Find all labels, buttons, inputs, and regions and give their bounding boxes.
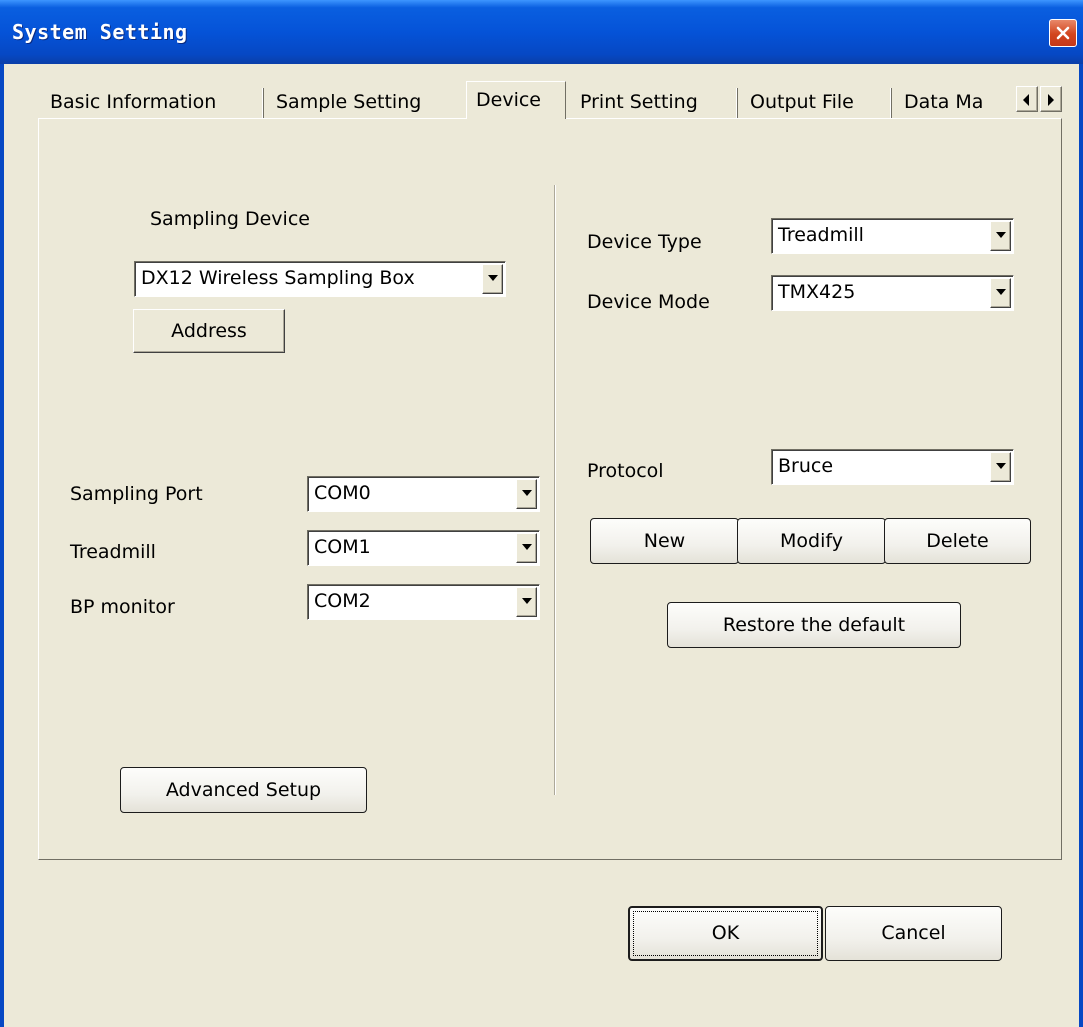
- device-type-label: Device Type: [587, 231, 702, 253]
- tab-basic-information[interactable]: Basic Information: [38, 87, 262, 118]
- window-frame-right: [1079, 64, 1083, 1027]
- new-button-label: New: [643, 530, 686, 552]
- tab-scroll-right-button[interactable]: [1040, 86, 1062, 112]
- protocol-dropdown-button[interactable]: [990, 452, 1011, 482]
- sampling-port-label: Sampling Port: [70, 483, 203, 505]
- device-type-dropdown-button[interactable]: [990, 221, 1011, 251]
- modify-button-label: Modify: [780, 530, 843, 552]
- delete-button-label: Delete: [926, 530, 989, 552]
- sampling-device-value: DX12 Wireless Sampling Box: [141, 267, 415, 289]
- device-type-value: Treadmill: [778, 224, 864, 246]
- triangle-down-icon: [522, 598, 532, 604]
- protocol-select[interactable]: Bruce: [771, 449, 1014, 485]
- tab-label: Basic Information: [50, 91, 217, 113]
- sampling-device-dropdown-button[interactable]: [482, 264, 503, 294]
- tab-scroll-left-button[interactable]: [1016, 86, 1038, 112]
- address-button-label: Address: [171, 320, 247, 342]
- triangle-left-icon: [1023, 94, 1029, 106]
- device-mode-dropdown-button[interactable]: [990, 278, 1011, 308]
- cancel-button[interactable]: Cancel: [825, 906, 1002, 961]
- modify-protocol-button[interactable]: Modify: [737, 518, 886, 564]
- tab-label: Data Ma: [904, 91, 984, 113]
- tab-print-setting[interactable]: Print Setting: [568, 87, 736, 118]
- tab-label: Sample Setting: [276, 91, 422, 113]
- device-mode-select[interactable]: TMX425: [771, 275, 1014, 311]
- title-bar[interactable]: System Setting: [0, 0, 1083, 64]
- sampling-device-select[interactable]: DX12 Wireless Sampling Box: [134, 261, 506, 297]
- delete-protocol-button[interactable]: Delete: [884, 518, 1031, 564]
- triangle-down-icon: [522, 490, 532, 496]
- restore-default-button-label: Restore the default: [722, 614, 906, 636]
- triangle-right-icon: [1048, 94, 1054, 106]
- advanced-setup-button[interactable]: Advanced Setup: [120, 767, 367, 813]
- ok-button[interactable]: OK: [628, 906, 823, 961]
- bp-monitor-port-dropdown-button[interactable]: [516, 587, 537, 617]
- cancel-button-label: Cancel: [881, 922, 946, 944]
- column-divider: [554, 185, 556, 795]
- bp-monitor-port-select[interactable]: COM2: [307, 584, 540, 620]
- bp-monitor-port-label: BP monitor: [70, 596, 175, 618]
- treadmill-port-select[interactable]: COM1: [307, 530, 540, 566]
- advanced-setup-button-label: Advanced Setup: [165, 779, 322, 801]
- protocol-value: Bruce: [778, 455, 834, 477]
- bp-monitor-port-value: COM2: [314, 590, 371, 612]
- address-button[interactable]: Address: [133, 309, 285, 353]
- restore-default-button[interactable]: Restore the default: [667, 602, 961, 648]
- sampling-port-select[interactable]: COM0: [307, 476, 540, 512]
- sampling-device-label: Sampling Device: [150, 208, 310, 230]
- tab-data-management[interactable]: Data Ma: [892, 87, 1016, 118]
- tab-label: Print Setting: [580, 91, 698, 113]
- device-mode-value: TMX425: [778, 281, 856, 303]
- triangle-down-icon: [996, 463, 1006, 469]
- device-type-select[interactable]: Treadmill: [771, 218, 1014, 254]
- sampling-port-dropdown-button[interactable]: [516, 479, 537, 509]
- triangle-down-icon: [996, 289, 1006, 295]
- triangle-down-icon: [488, 275, 498, 281]
- sampling-port-value: COM0: [314, 482, 371, 504]
- tab-label: Output File: [750, 91, 854, 113]
- tab-device[interactable]: Device: [466, 81, 566, 119]
- window-frame-left: [0, 64, 4, 1027]
- close-button[interactable]: [1049, 19, 1077, 47]
- treadmill-port-dropdown-button[interactable]: [516, 533, 537, 563]
- device-mode-label: Device Mode: [587, 291, 710, 313]
- close-icon: [1056, 26, 1070, 40]
- tab-sample-setting[interactable]: Sample Setting: [264, 87, 464, 118]
- protocol-label: Protocol: [587, 460, 664, 482]
- ok-button-label: OK: [711, 922, 740, 944]
- tab-output-file[interactable]: Output File: [738, 87, 890, 118]
- triangle-down-icon: [996, 232, 1006, 238]
- window-title: System Setting: [12, 20, 188, 44]
- tab-label: Device: [476, 89, 541, 111]
- new-protocol-button[interactable]: New: [590, 518, 739, 564]
- treadmill-port-value: COM1: [314, 536, 371, 558]
- triangle-down-icon: [522, 544, 532, 550]
- treadmill-port-label: Treadmill: [70, 541, 156, 563]
